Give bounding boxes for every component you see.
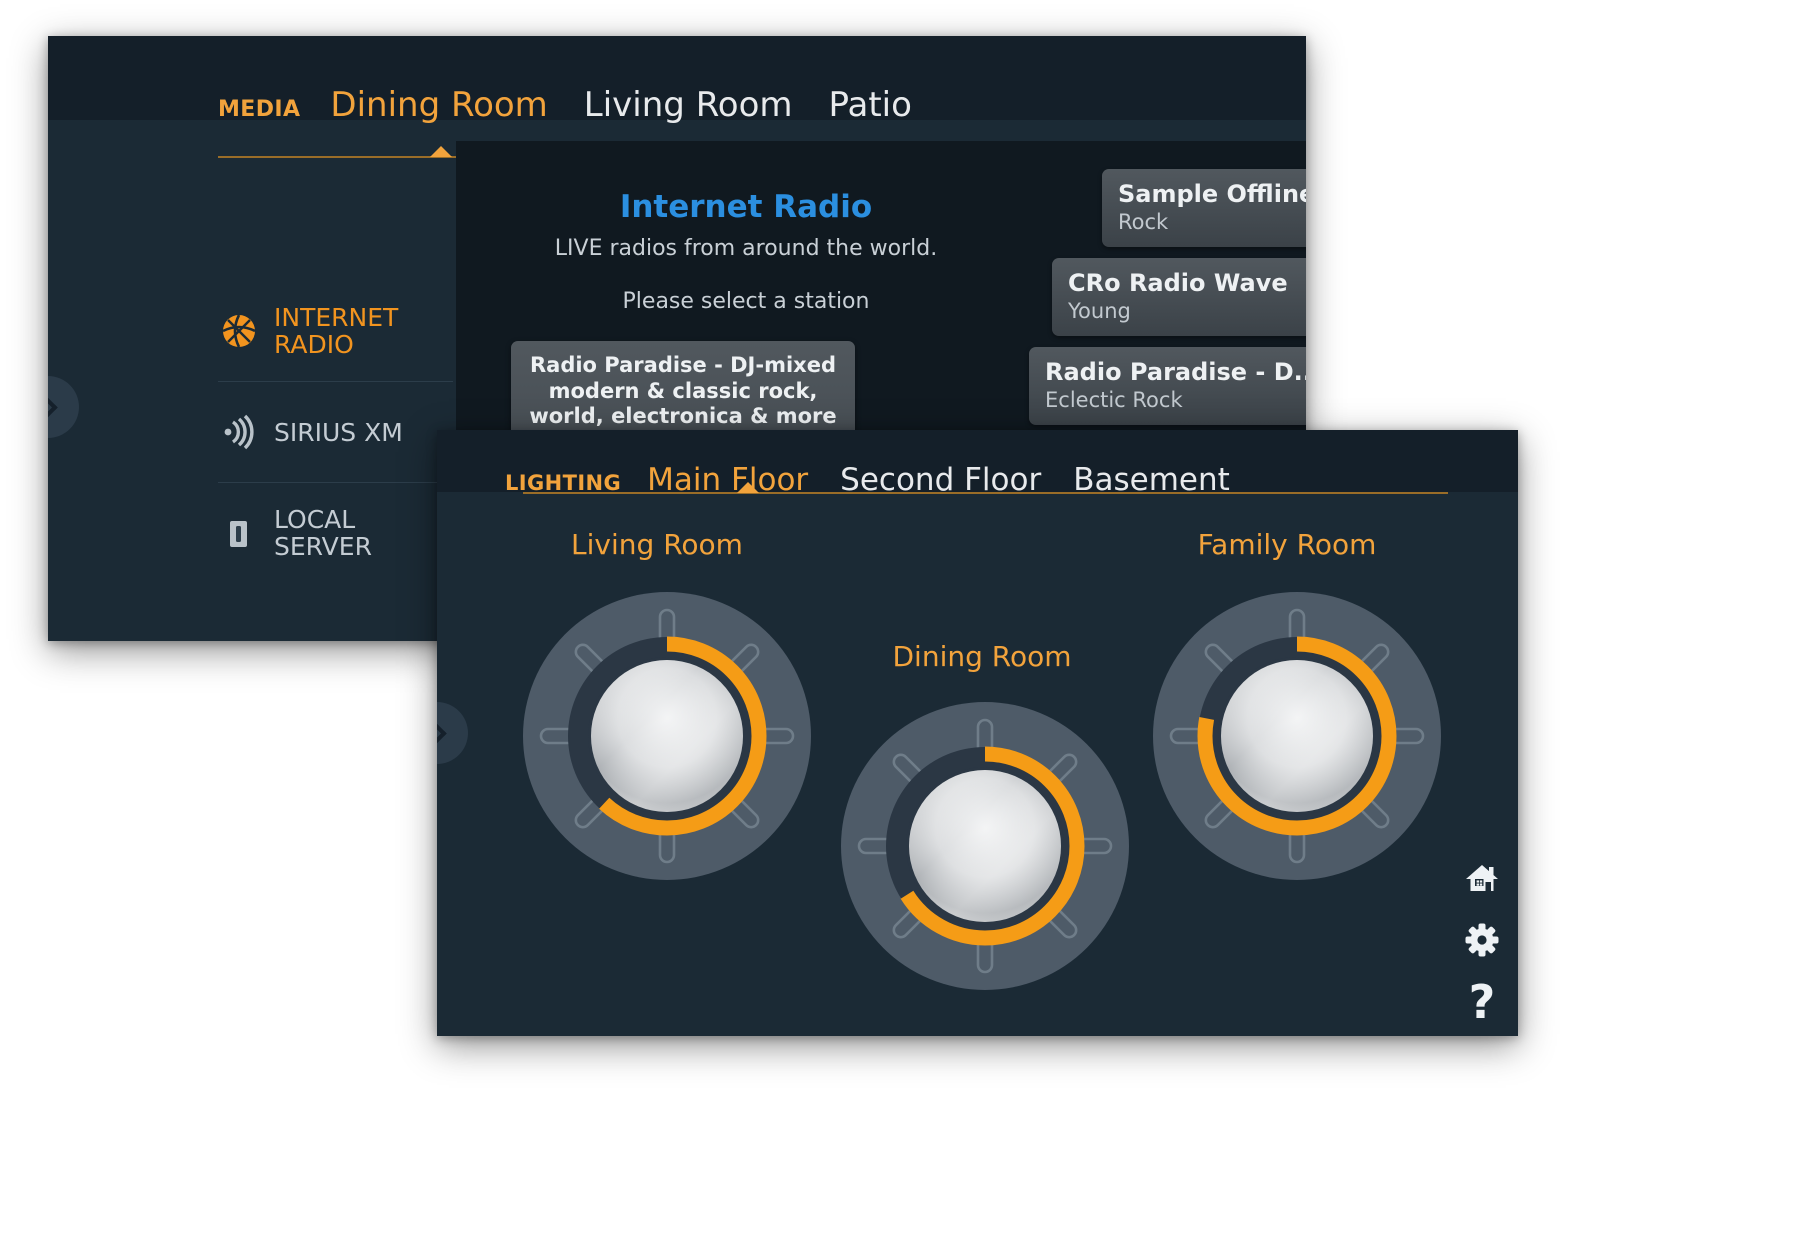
station-name: Radio Paradise - D... <box>1045 357 1306 387</box>
dial-living-room[interactable] <box>519 588 815 884</box>
radio-page-subtitle: LIVE radios from around the world. <box>516 236 976 261</box>
tab-dining-room[interactable]: Dining Room <box>330 88 547 122</box>
station-genre: Eclectic Rock <box>1045 387 1306 414</box>
screenshot-root: MEDIA Dining Room Living Room Patio <box>0 0 1800 1236</box>
gear-icon[interactable] <box>1462 920 1502 960</box>
sidebar-label-line2: SERVER <box>274 532 372 561</box>
dial-dining-room[interactable] <box>837 698 1133 994</box>
tab-living-room[interactable]: Living Room <box>584 88 793 122</box>
station-genre: Rock <box>1118 209 1306 236</box>
server-icon <box>218 513 274 553</box>
station-list-item[interactable]: Radio Paradise - D... Eclectic Rock <box>1029 347 1306 425</box>
station-list-item[interactable]: Sample Offline Rock <box>1102 169 1306 247</box>
media-window-drag-handle[interactable] <box>48 376 79 438</box>
media-app-label: MEDIA <box>218 97 300 122</box>
internet-radio-globe-icon <box>218 310 274 352</box>
station-list-item[interactable]: CRo Radio Wave Young <box>1052 258 1306 336</box>
dial-label-dining-room: Dining Room <box>832 640 1132 673</box>
sidebar-item-local-server-label: LOCAL SERVER <box>274 506 372 560</box>
satellite-waves-icon <box>218 412 274 452</box>
sidebar-item-internet-radio[interactable]: INTERNET RADIO <box>218 281 453 381</box>
lighting-tabbar: LIGHTING Main Floor Second Floor Basemen… <box>437 430 1518 492</box>
chevron-right-icon <box>437 720 446 747</box>
dial-label-living-room: Living Room <box>507 528 807 561</box>
help-icon[interactable]: ? <box>1462 982 1502 1022</box>
media-tabbar: MEDIA Dining Room Living Room Patio <box>48 36 1306 120</box>
home-icon[interactable] <box>1462 858 1502 898</box>
media-active-tab-caret <box>430 146 452 157</box>
sidebar-item-internet-radio-label: INTERNET RADIO <box>274 304 398 358</box>
station-genre: Young <box>1068 298 1306 325</box>
media-tabbar-items: MEDIA Dining Room Living Room Patio <box>218 88 948 122</box>
sidebar-item-local-server[interactable]: LOCAL SERVER <box>218 482 453 583</box>
chevron-right-icon <box>48 394 57 421</box>
lighting-corner-icons: ? <box>1462 858 1502 1022</box>
sidebar-label-line1: LOCAL <box>274 505 355 534</box>
tab-patio[interactable]: Patio <box>829 88 912 122</box>
lighting-window-drag-handle[interactable] <box>437 702 468 764</box>
station-detail-title: Radio Paradise - DJ-mixed modern & class… <box>525 353 841 430</box>
dial-label-family-room: Family Room <box>1137 528 1437 561</box>
media-sidebar: INTERNET RADIO SIRIUS XM <box>218 281 453 583</box>
sidebar-label-line2: RADIO <box>274 330 354 359</box>
lighting-window: LIGHTING Main Floor Second Floor Basemen… <box>437 430 1518 1036</box>
lighting-tab-underline <box>523 492 1448 494</box>
sidebar-item-sirius-xm[interactable]: SIRIUS XM <box>218 381 453 482</box>
radio-select-hint: Please select a station <box>516 289 976 314</box>
dial-family-room[interactable] <box>1149 588 1445 884</box>
station-name: Sample Offline <box>1118 179 1306 209</box>
radio-page-title: Internet Radio <box>536 189 956 225</box>
sidebar-item-sirius-xm-label: SIRIUS XM <box>274 419 403 446</box>
sidebar-label-line1: INTERNET <box>274 303 398 332</box>
station-name: CRo Radio Wave <box>1068 268 1306 298</box>
lighting-active-tab-caret <box>737 482 759 493</box>
